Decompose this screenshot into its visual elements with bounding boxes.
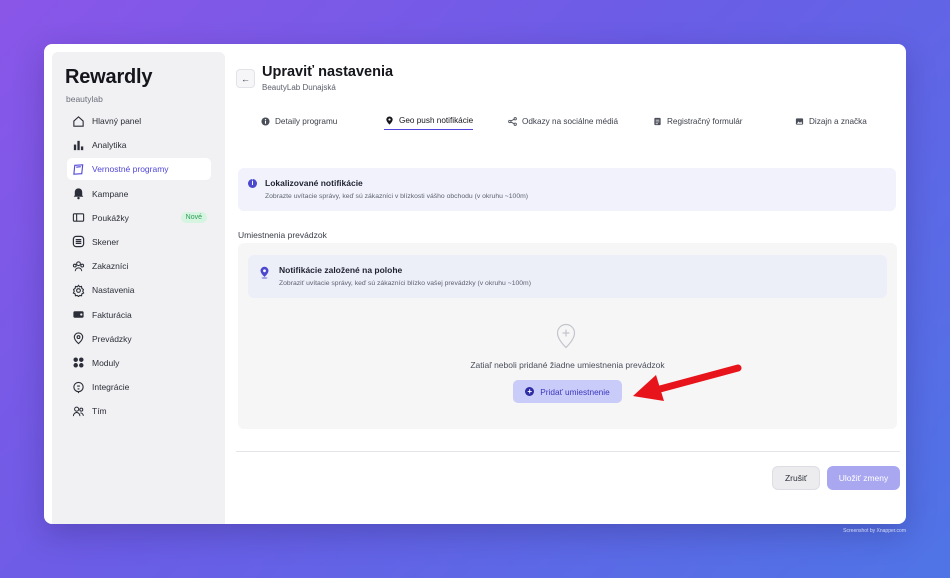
watermark: Screenshot by Xnapper.com <box>843 528 906 534</box>
modules-grid-icon <box>71 356 85 370</box>
page-subtitle: BeautyLab Dunajská <box>262 83 336 92</box>
sidebar-item-nastavenia[interactable]: Nastavenia <box>67 279 211 301</box>
home-icon <box>71 114 85 128</box>
sidebar-item-prevadzky[interactable]: Prevádzky <box>67 328 211 350</box>
tab-detaily-programu[interactable]: Detaily programu <box>260 112 337 130</box>
sidebar-item-label: Prevádzky <box>92 333 132 344</box>
gear-icon <box>71 283 85 297</box>
section-label: Umiestnenia prevádzok <box>238 230 327 240</box>
geo-card-description: Zobraziť uvítacie správy, keď sú zákazní… <box>279 280 531 287</box>
form-icon <box>652 116 662 126</box>
tab-bar: Detaily programu Geo push notifikácie Od… <box>259 112 899 132</box>
tab-label: Odkazy na sociálne médiá <box>522 116 619 126</box>
scanner-icon <box>71 235 85 249</box>
sidebar-item-label: Tím <box>92 406 107 417</box>
main-content: ← Upraviť nastavenia BeautyLab Dunajská … <box>235 44 906 524</box>
tab-registracny-formular[interactable]: Registračný formulár <box>652 112 743 130</box>
app-window: Rewardly beautylab Hlavný panel Analytik… <box>44 44 906 524</box>
location-pin-icon <box>260 266 269 279</box>
page-title: Upraviť nastavenia <box>262 64 394 80</box>
tab-label: Detaily programu <box>275 116 338 126</box>
sidebar-item-tim[interactable]: Tím <box>67 400 211 422</box>
sidebar: Rewardly beautylab Hlavný panel Analytik… <box>52 52 225 524</box>
sidebar-item-moduly[interactable]: Moduly <box>67 352 211 374</box>
integration-icon <box>71 380 85 394</box>
info-icon: i <box>248 179 257 188</box>
voucher-icon <box>71 211 85 225</box>
plus-circle-icon: + <box>525 387 535 396</box>
sidebar-item-label: Fakturácia <box>92 309 132 320</box>
sidebar-item-label: Kampane <box>92 188 129 199</box>
sidebar-item-label: Zakazníci <box>92 261 129 272</box>
sidebar-item-integracie[interactable]: Integrácie <box>67 376 211 398</box>
save-changes-button[interactable]: Uložiť zmeny <box>827 466 900 490</box>
workspace-name: beautylab <box>66 94 103 104</box>
sidebar-item-label: Skener <box>92 236 119 247</box>
sidebar-item-label: Integrácie <box>92 382 130 393</box>
sidebar-item-zakaznici[interactable]: Zakazníci <box>67 255 211 277</box>
back-arrow-icon: ← <box>241 73 250 84</box>
sidebar-item-fakturacia[interactable]: Fakturácia <box>67 304 211 326</box>
sidebar-item-kampane[interactable]: Kampane <box>67 183 211 205</box>
add-location-pin-icon <box>556 323 576 349</box>
add-location-button[interactable]: + Pridať umiestnenie <box>513 380 622 403</box>
info-description: Zobrazte uvítacie správy, keď sú zákazní… <box>265 193 529 200</box>
location-pin-icon <box>71 332 85 346</box>
sidebar-item-vernostne-programy[interactable]: Vernostné programy <box>67 158 211 181</box>
bar-chart-icon <box>71 138 85 152</box>
location-pin-icon <box>384 116 394 126</box>
sidebar-item-analytika[interactable]: Analytika <box>67 134 211 156</box>
cancel-button[interactable]: Zrušiť <box>772 466 820 490</box>
logo: Rewardly <box>65 66 153 88</box>
share-icon <box>507 116 517 126</box>
loyalty-card-icon <box>71 162 85 176</box>
tab-label: Registračný formulár <box>667 116 743 126</box>
sidebar-item-label: Vernostné programy <box>92 164 169 175</box>
empty-state-text: Zatiaľ neboli pridané žiadne umiestnenia… <box>470 360 665 370</box>
locations-panel: Notifikácie založené na polohe Zobraziť … <box>238 243 897 429</box>
bell-icon <box>71 187 85 201</box>
add-location-label: Pridať umiestnenie <box>540 386 610 397</box>
tab-dizajn-a-znacka[interactable]: Dizajn a značka <box>794 112 867 130</box>
info-icon <box>260 116 270 126</box>
back-button[interactable]: ← <box>236 69 255 88</box>
sidebar-item-label: Nastavenia <box>92 285 135 296</box>
tab-geo-push-notifikacie[interactable]: Geo push notifikácie <box>384 112 474 130</box>
footer-divider <box>236 451 900 452</box>
geo-card-title: Notifikácie založené na polohe <box>279 265 403 275</box>
info-callout: i Lokalizované notifikácie Zobrazte uvít… <box>238 168 896 211</box>
sidebar-item-poukazky[interactable]: Poukážky Nové <box>67 207 211 229</box>
sidebar-nav: Hlavný panel Analytika Vernostné program… <box>67 110 211 424</box>
new-badge: Nové <box>180 212 207 224</box>
wallet-icon <box>71 308 85 322</box>
customers-icon <box>71 259 85 273</box>
info-title: Lokalizované notifikácie <box>265 178 363 188</box>
image-icon <box>794 116 804 126</box>
geo-notification-card: Notifikácie založené na polohe Zobraziť … <box>248 255 887 298</box>
sidebar-item-label: Analytika <box>92 140 127 151</box>
team-icon <box>71 404 85 418</box>
tab-odkazy-na-socialne-media[interactable]: Odkazy na sociálne médiá <box>507 112 618 130</box>
sidebar-item-skener[interactable]: Skener <box>67 231 211 253</box>
tab-label: Geo push notifikácie <box>399 116 474 125</box>
sidebar-item-hlavny-panel[interactable]: Hlavný panel <box>67 110 211 132</box>
tab-label: Dizajn a značka <box>809 116 867 126</box>
sidebar-item-label: Poukážky <box>92 212 129 223</box>
sidebar-item-label: Moduly <box>92 357 120 368</box>
sidebar-item-label: Hlavný panel <box>92 116 142 126</box>
